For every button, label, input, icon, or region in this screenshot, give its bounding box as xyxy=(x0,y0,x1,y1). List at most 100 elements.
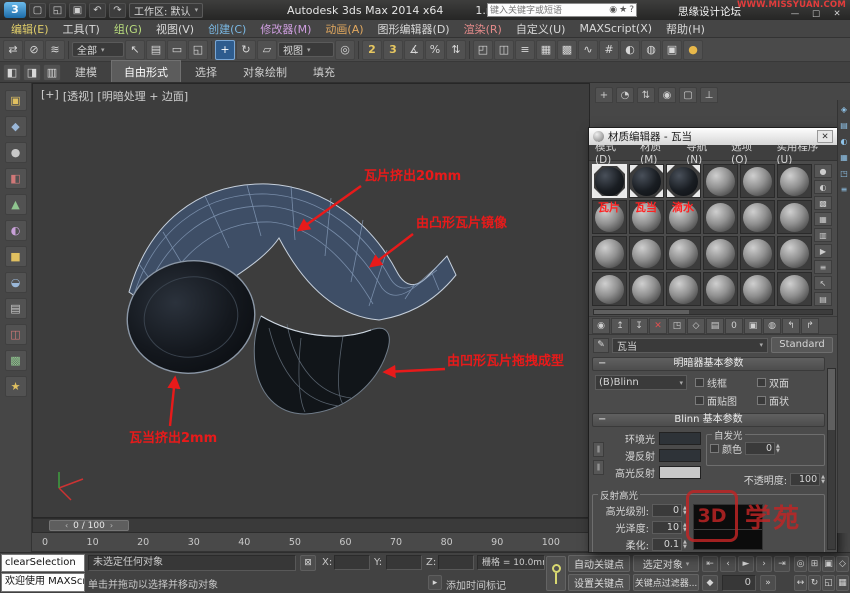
maxscript-macro-line[interactable]: clearSelection xyxy=(1,554,85,572)
minimize-button[interactable]: — xyxy=(788,9,802,19)
wireframe-checkbox[interactable]: 线框 xyxy=(695,375,753,390)
manage-layers-button[interactable]: ▦ xyxy=(536,40,556,60)
workspace-combo[interactable]: 工作区: 默认 ▾ xyxy=(129,3,203,18)
x-coordinate-field[interactable] xyxy=(334,555,370,570)
dock-tool-5-button[interactable]: ▲ xyxy=(5,194,27,215)
lock-ambient-diffuse-button[interactable]: ∥ xyxy=(593,442,604,457)
rollout-blinn-basic-parameters[interactable]: − Blinn 基本参数 xyxy=(592,413,825,427)
get-material-button[interactable]: ◉ xyxy=(592,318,610,334)
dock-tool-3-button[interactable]: ● xyxy=(5,142,27,163)
add-time-tag[interactable]: 添加时间标记 xyxy=(446,577,506,592)
ribbon-tool-1-button[interactable]: ◧ xyxy=(3,64,21,81)
zoom-all-button[interactable]: ⊞ xyxy=(808,556,821,572)
show-map-in-viewport-button[interactable]: ▣ xyxy=(744,318,762,334)
snap-toggle-2d-button[interactable]: 2 xyxy=(362,40,382,60)
pick-material-from-object-button[interactable]: ✎ xyxy=(593,338,609,353)
lock-diffuse-specular-button[interactable]: ∥ xyxy=(593,460,604,475)
material-slot[interactable] xyxy=(592,164,627,198)
orbit-button[interactable]: ↻ xyxy=(808,575,821,591)
select-and-scale-button[interactable]: ▱ xyxy=(257,40,277,60)
material-slot[interactable] xyxy=(740,236,775,270)
material-slot[interactable] xyxy=(629,236,664,270)
zoom-extents-button[interactable]: ▣ xyxy=(822,556,835,572)
side-tool-4-button[interactable]: ▦ xyxy=(840,153,848,162)
selection-lock-toggle[interactable]: ⊠ xyxy=(300,555,316,571)
me-menu-material[interactable]: 材质(M) xyxy=(640,139,676,166)
utilities-tab[interactable]: ⊥ xyxy=(700,87,718,103)
menu-create[interactable]: 创建(C) xyxy=(201,21,253,37)
time-slider-handle[interactable]: ‹ 0 / 100 › xyxy=(49,520,129,531)
material-slot[interactable] xyxy=(777,164,812,198)
zoom-region-button[interactable]: ◱ xyxy=(822,575,835,591)
create-tab[interactable]: + xyxy=(595,87,613,103)
next-frame-button[interactable]: › xyxy=(756,556,772,572)
viewport-menu-pov[interactable]: [透视] xyxy=(63,88,94,104)
graphite-toggle-button[interactable]: ▩ xyxy=(557,40,577,60)
ribbon-tab-selection[interactable]: 选择 xyxy=(183,61,229,82)
maxscript-listener-line[interactable]: 欢迎使用 MAXScript xyxy=(1,573,85,592)
current-frame-field[interactable]: 0 xyxy=(722,575,756,591)
dock-tool-4-button[interactable]: ◧ xyxy=(5,168,27,189)
go-to-end-button[interactable]: ⇥ xyxy=(774,556,790,572)
application-menu-button[interactable]: 3 xyxy=(4,2,26,18)
side-tool-1-button[interactable]: ◈ xyxy=(841,105,847,114)
named-selection-sets-button[interactable]: ◰ xyxy=(473,40,493,60)
menu-edit[interactable]: 编辑(E) xyxy=(4,21,56,37)
select-object-button[interactable]: ↖ xyxy=(125,40,145,60)
me-menu-utilities[interactable]: 实用程序(U) xyxy=(776,139,831,166)
faceted-checkbox[interactable]: 面状 xyxy=(757,393,807,408)
dock-tool-2-button[interactable]: ◆ xyxy=(5,116,27,137)
bind-to-space-warp-button[interactable]: ≋ xyxy=(45,40,65,60)
specular-level-field[interactable]: 0 xyxy=(652,504,682,517)
face-map-checkbox[interactable]: 面贴图 xyxy=(695,393,753,408)
side-tool-3-button[interactable]: ◐ xyxy=(841,137,848,146)
selection-filter-combo[interactable]: 全部 ▾ xyxy=(72,42,124,57)
ribbon-tab-populate[interactable]: 填充 xyxy=(301,61,347,82)
select-and-link-button[interactable]: ⇄ xyxy=(3,40,23,60)
align-button[interactable]: ≡ xyxy=(515,40,535,60)
modify-tab[interactable]: ◔ xyxy=(616,87,634,103)
make-preview-button[interactable]: ▶ xyxy=(814,244,832,258)
select-and-move-button[interactable]: + xyxy=(215,40,235,60)
use-pivot-center-button[interactable]: ◎ xyxy=(335,40,355,60)
unlink-selection-button[interactable]: ⊘ xyxy=(24,40,44,60)
put-material-to-scene-button[interactable]: ↥ xyxy=(611,318,629,334)
material-name-combo[interactable]: 瓦当 ▾ xyxy=(612,338,768,353)
select-by-material-button[interactable]: ↖ xyxy=(814,276,832,290)
set-key-big-button[interactable] xyxy=(546,556,566,591)
material-slot[interactable] xyxy=(666,236,701,270)
go-to-start-button[interactable]: ⇤ xyxy=(702,556,718,572)
background-button[interactable]: ▩ xyxy=(814,196,832,210)
menu-modifiers[interactable]: 修改器(M) xyxy=(253,21,318,37)
render-setup-button[interactable]: ◍ xyxy=(641,40,661,60)
previous-frame-button[interactable]: ‹ xyxy=(720,556,736,572)
material-slot[interactable] xyxy=(592,272,627,306)
undo-button[interactable]: ↶ xyxy=(89,3,106,18)
menu-help[interactable]: 帮助(H) xyxy=(659,21,712,37)
maximize-viewport-button[interactable]: ▦ xyxy=(836,575,849,591)
material-id-channel-button[interactable]: 0 xyxy=(725,318,743,334)
key-mode-toggle-button[interactable]: ◆ xyxy=(702,575,718,591)
menu-customize[interactable]: 自定义(U) xyxy=(509,21,573,37)
selection-region-button[interactable]: ▭ xyxy=(167,40,187,60)
maximize-button[interactable]: □ xyxy=(809,9,823,19)
viewport-menu-general[interactable]: [+] xyxy=(41,88,59,104)
sample-type-button[interactable]: ● xyxy=(814,164,832,178)
spinner-arrows-icon[interactable]: ▲▼ xyxy=(821,475,825,485)
rollout-shader-basic-parameters[interactable]: − 明暗器基本参数 xyxy=(592,357,825,371)
slider-right-arrow-icon[interactable]: › xyxy=(110,521,113,530)
slider-left-arrow-icon[interactable]: ‹ xyxy=(65,521,68,530)
dock-tool-6-button[interactable]: ◐ xyxy=(5,220,27,241)
hierarchy-tab[interactable]: ⇅ xyxy=(637,87,655,103)
sample-slots-scrollbar[interactable] xyxy=(593,309,833,315)
menu-rendering[interactable]: 渲染(R) xyxy=(457,21,509,37)
go-to-parent-button[interactable]: ↰ xyxy=(782,318,800,334)
new-scene-button[interactable]: ▢ xyxy=(29,3,46,18)
menu-maxscript[interactable]: MAXScript(X) xyxy=(572,22,659,35)
redo-button[interactable]: ↷ xyxy=(109,3,126,18)
select-and-rotate-button[interactable]: ↻ xyxy=(236,40,256,60)
time-slider-track[interactable]: ‹ 0 / 100 › xyxy=(32,518,590,533)
material-slot[interactable] xyxy=(629,272,664,306)
material-slot[interactable] xyxy=(740,200,775,234)
material-editor-scrollbar[interactable] xyxy=(827,368,836,550)
